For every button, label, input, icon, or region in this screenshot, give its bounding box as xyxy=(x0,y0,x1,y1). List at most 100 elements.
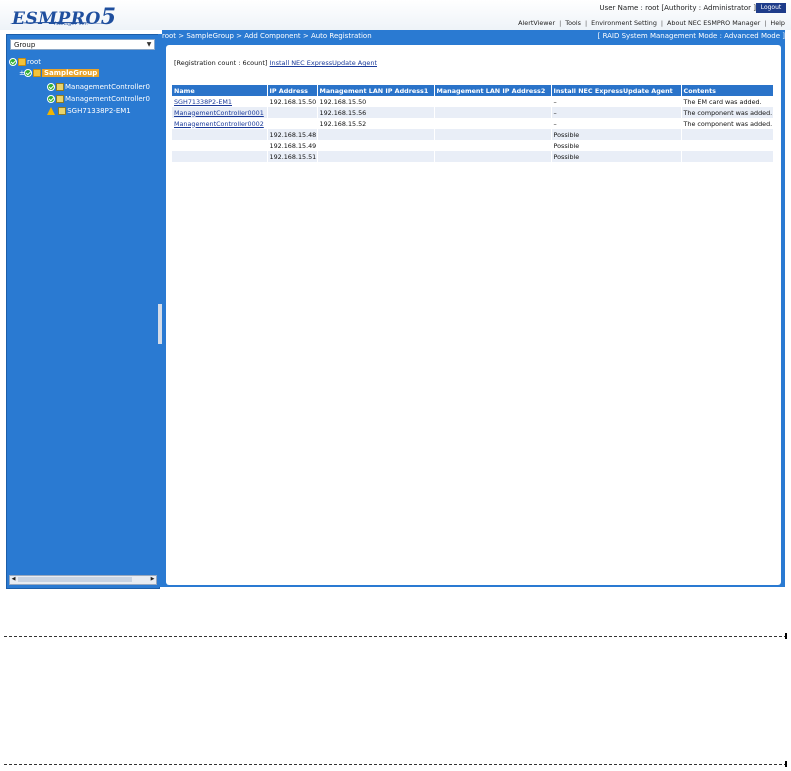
table-cell xyxy=(434,140,552,151)
table-cell xyxy=(681,140,774,151)
table-row: ManagementController0002 192.168.15.52 –… xyxy=(172,118,774,129)
scrollbar-thumb[interactable] xyxy=(18,577,132,582)
table-cell xyxy=(681,129,774,140)
table-cell: 192.168.15.50 xyxy=(267,96,318,107)
logo-number: 5 xyxy=(100,4,117,30)
table-row: ManagementController0001 192.168.15.56 –… xyxy=(172,107,774,118)
registration-table: Name IP Address Management LAN IP Addres… xyxy=(172,85,774,162)
status-ok-icon xyxy=(9,58,17,66)
table-cell: Possible xyxy=(551,129,682,140)
status-ok-icon xyxy=(24,69,32,77)
table-cell xyxy=(172,140,268,151)
table-cell: – xyxy=(551,107,682,118)
table-cell xyxy=(434,96,552,107)
column-header-contents: Contents xyxy=(681,85,774,96)
breadcrumb: root > SampleGroup > Add Component > Aut… xyxy=(162,32,372,40)
nav-alertviewer[interactable]: AlertViewer xyxy=(518,19,555,27)
table-cell xyxy=(434,118,552,129)
table-cell: 192.168.15.48 xyxy=(267,129,318,140)
table-cell xyxy=(434,129,552,140)
tree-node-label: ManagementController0 xyxy=(65,83,150,91)
tree-node-label: ManagementController0 xyxy=(65,95,150,103)
table-cell xyxy=(317,129,435,140)
table-cell xyxy=(172,151,268,162)
table-cell xyxy=(172,129,268,140)
table-cell: Possible xyxy=(551,140,682,151)
nav-about[interactable]: About NEC ESMPRO Manager xyxy=(667,19,760,27)
table-cell xyxy=(434,151,552,162)
registration-summary: [Registration count : 6count] Install NE… xyxy=(174,59,377,67)
content-panel: [Registration count : 6count] Install NE… xyxy=(166,45,781,585)
mode-indicator: [ RAID System Management Mode : Advanced… xyxy=(597,32,785,40)
logout-button[interactable]: Logout xyxy=(756,3,786,13)
table-row: 192.168.15.48 Possible xyxy=(172,129,774,140)
esmpro-logo: ESMPRO5 Manager Ver. xyxy=(10,4,140,30)
table-cell: 192.168.15.52 xyxy=(317,118,435,129)
tree-node-label: SGH71338P2-EM1 xyxy=(67,107,131,115)
column-header-ip: IP Address xyxy=(267,85,318,96)
nav-help[interactable]: Help xyxy=(770,19,785,27)
folder-icon xyxy=(33,69,41,77)
table-cell xyxy=(267,107,318,118)
status-ok-icon xyxy=(47,95,55,103)
main-pane: root > SampleGroup > Add Component > Aut… xyxy=(162,30,785,587)
column-header-name: Name xyxy=(172,85,268,96)
table-cell: The EM card was added. xyxy=(681,96,774,107)
table-cell xyxy=(267,118,318,129)
table-row: 192.168.15.51 Possible xyxy=(172,151,774,162)
logo-subtitle: Manager Ver. xyxy=(54,21,88,27)
dashed-divider-bottom xyxy=(4,764,787,765)
divider-end-mark xyxy=(785,633,787,639)
server-icon xyxy=(58,107,67,115)
table-cell: – xyxy=(551,118,682,129)
registration-count: [Registration count : 6count] xyxy=(174,59,268,67)
group-select-value: Group xyxy=(14,41,36,49)
group-select[interactable]: Group ▼ xyxy=(10,39,155,50)
server-icon xyxy=(56,95,64,103)
table-cell: 192.168.15.50 xyxy=(317,96,435,107)
table-cell: 192.168.15.56 xyxy=(317,107,435,118)
nav-environment-setting[interactable]: Environment Setting xyxy=(591,19,657,27)
table-cell: Possible xyxy=(551,151,682,162)
status-ok-icon xyxy=(47,83,55,91)
tree-node-label: SampleGroup xyxy=(42,69,100,77)
app-header: ESMPRO5 Manager Ver. User Name : root [A… xyxy=(0,0,791,30)
table-row: SGH71338P2-EM1 192.168.15.50 192.168.15.… xyxy=(172,96,774,107)
warning-icon xyxy=(47,107,55,115)
table-cell: 192.168.15.51 xyxy=(267,151,318,162)
table-cell: The component was added. xyxy=(681,118,774,129)
component-link[interactable]: ManagementController0001 xyxy=(174,109,264,117)
dashed-divider-top xyxy=(4,636,787,637)
table-row: 192.168.15.49 Possible xyxy=(172,140,774,151)
sidebar: Group ▼ root ± SampleGroup ManagementCont… xyxy=(6,34,160,589)
table-cell xyxy=(434,107,552,118)
column-header-install: Install NEC ExpressUpdate Agent xyxy=(551,85,682,96)
table-cell: – xyxy=(551,96,682,107)
column-header-lan1: Management LAN IP Address1 xyxy=(317,85,435,96)
table-cell xyxy=(681,151,774,162)
server-icon xyxy=(56,83,64,91)
table-cell: The component was added. xyxy=(681,107,774,118)
scroll-right-icon[interactable]: ▶ xyxy=(149,576,156,583)
user-info: User Name : root [Authority : Administra… xyxy=(599,4,756,12)
sidebar-horizontal-scrollbar[interactable]: ◀ ▶ xyxy=(9,575,157,585)
tree-node-label: root xyxy=(27,58,42,66)
table-cell xyxy=(317,151,435,162)
chevron-down-icon: ▼ xyxy=(146,41,152,48)
tree-node-managementcontroller-2[interactable]: ManagementController0 xyxy=(47,94,157,105)
table-cell xyxy=(317,140,435,151)
scroll-left-icon[interactable]: ◀ xyxy=(10,576,17,583)
top-navigation: AlertViewer | Tools | Environment Setting | Ab… xyxy=(518,19,785,27)
component-link[interactable]: SGH71338P2-EM1 xyxy=(174,98,232,106)
tree-node-root[interactable]: root xyxy=(9,57,41,68)
tree-node-sgh71338p2-em1[interactable]: SGH71338P2-EM1 xyxy=(47,106,157,117)
table-header-row: Name IP Address Management LAN IP Addres… xyxy=(172,85,774,96)
tree-node-managementcontroller-1[interactable]: ManagementController0 xyxy=(47,82,157,93)
folder-icon xyxy=(18,58,26,66)
nav-tools[interactable]: Tools xyxy=(565,19,581,27)
tree-node-samplegroup[interactable]: ± SampleGroup xyxy=(19,68,100,79)
component-link[interactable]: ManagementController0002 xyxy=(174,120,264,128)
install-agent-link[interactable]: Install NEC ExpressUpdate Agent xyxy=(270,59,377,67)
table-cell: 192.168.15.49 xyxy=(267,140,318,151)
column-header-lan2: Management LAN IP Address2 xyxy=(434,85,552,96)
